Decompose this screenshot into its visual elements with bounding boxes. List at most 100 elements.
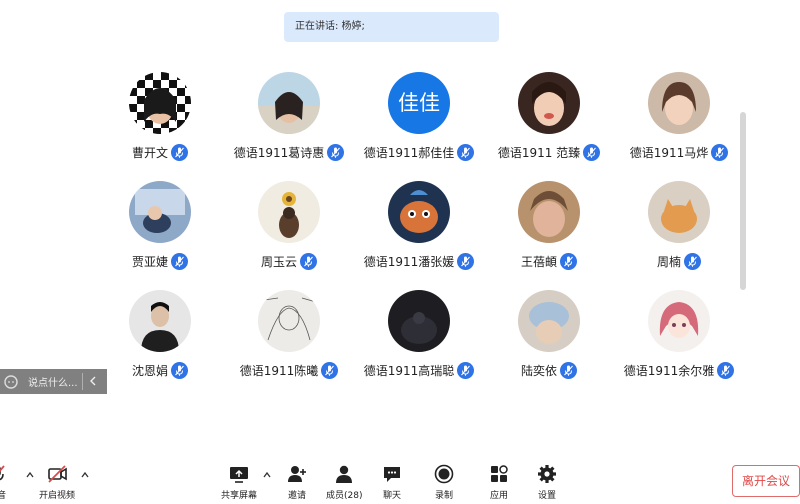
members-button[interactable]: 成员(28) bbox=[326, 463, 362, 501]
participant-tile[interactable]: 贾亚婕 bbox=[95, 181, 225, 281]
apps-label: 应用 bbox=[489, 491, 508, 501]
participant-name-row: 王蓓頔 bbox=[474, 251, 624, 271]
mic-status-icon bbox=[564, 365, 573, 376]
settings-label: 设置 bbox=[537, 491, 556, 501]
settings-button[interactable]: 设置 bbox=[536, 463, 558, 501]
participant-name-row: 曹开文 bbox=[85, 142, 235, 162]
mic-status-icon bbox=[175, 365, 184, 376]
participant-tile[interactable]: 佳佳德语1911郝佳佳 bbox=[354, 72, 484, 172]
record-label: 录制 bbox=[434, 491, 453, 501]
participant-name-row: 贾亚婕 bbox=[85, 251, 235, 271]
mic-muted-badge bbox=[457, 252, 475, 270]
participant-tile[interactable]: 曹开文 bbox=[95, 72, 225, 172]
mic-muted-badge bbox=[711, 143, 729, 161]
mic-status-icon bbox=[331, 147, 341, 158]
video-options-caret-icon[interactable] bbox=[80, 471, 90, 479]
mic-status-icon bbox=[564, 256, 573, 267]
chat-icon bbox=[384, 467, 400, 482]
participant-tile[interactable]: 陆奕依 bbox=[484, 290, 614, 390]
record-button[interactable]: 录制 bbox=[433, 463, 455, 501]
mic-muted-badge bbox=[300, 252, 317, 270]
participant-avatar bbox=[258, 181, 320, 243]
participant-avatar bbox=[518, 72, 580, 134]
participant-tile[interactable]: 王蓓頔 bbox=[484, 181, 614, 281]
chat-label: 聊天 bbox=[382, 491, 401, 501]
chat-input-bar[interactable]: 说点什么... bbox=[0, 369, 107, 394]
mic-status-icon bbox=[461, 147, 471, 158]
leave-meeting-button[interactable]: 离开会议 bbox=[732, 465, 800, 497]
participant-avatar bbox=[258, 72, 320, 134]
participant-tile[interactable]: 德语1911 范臻 bbox=[484, 72, 614, 172]
members-label: 成员(28) bbox=[326, 491, 363, 501]
participant-tile[interactable]: 德语1911马烨 bbox=[614, 72, 744, 172]
chat-button[interactable]: 聊天 bbox=[381, 463, 403, 501]
participant-name-row: 沈恩娟 bbox=[85, 360, 235, 380]
participant-name-row: 德语1911余尔雅 bbox=[604, 360, 754, 380]
start-video-button[interactable]: 开启视频 bbox=[39, 463, 75, 501]
grid-scrollbar[interactable] bbox=[740, 112, 746, 290]
add-person-icon bbox=[288, 466, 306, 482]
participant-tile[interactable]: 周楠 bbox=[614, 181, 744, 281]
mic-status-icon bbox=[325, 365, 335, 376]
participant-name: 曹开文 bbox=[131, 145, 168, 160]
mic-status-icon bbox=[304, 256, 313, 267]
participant-name: 德语1911高瑞聪 bbox=[363, 363, 455, 378]
participant-name-row: 周楠 bbox=[604, 251, 754, 271]
gear-icon bbox=[538, 465, 556, 483]
participant-tile[interactable]: 德语1911陈曦 bbox=[224, 290, 354, 390]
video-label: 开启视频 bbox=[39, 491, 76, 501]
microphone-muted-icon bbox=[0, 465, 5, 481]
record-icon bbox=[434, 464, 454, 484]
share-options-caret-icon[interactable] bbox=[262, 471, 272, 479]
participant-tile[interactable]: 周玉云 bbox=[224, 181, 354, 281]
mic-muted-badge bbox=[583, 143, 601, 161]
participant-tile[interactable]: 沈恩娟 bbox=[95, 290, 225, 390]
mic-muted-badge bbox=[684, 252, 701, 270]
participant-tile[interactable]: 德语1911高瑞聪 bbox=[354, 290, 484, 390]
participant-avatar bbox=[518, 290, 580, 352]
participant-avatar bbox=[518, 181, 580, 243]
video-off-icon bbox=[48, 465, 67, 483]
participant-name: 陆奕依 bbox=[520, 363, 557, 378]
apps-button[interactable]: 应用 bbox=[488, 463, 510, 501]
mic-status-icon bbox=[721, 365, 731, 376]
participant-tile[interactable]: 德语1911葛诗惠 bbox=[224, 72, 354, 172]
mic-muted-badge bbox=[717, 361, 735, 379]
participant-name: 周玉云 bbox=[260, 254, 297, 269]
mute-options-caret-icon[interactable] bbox=[25, 471, 35, 479]
participant-name: 德语1911郝佳佳 bbox=[363, 145, 455, 160]
participant-name-row: 德语1911高瑞聪 bbox=[344, 360, 494, 380]
mic-muted-badge bbox=[171, 361, 188, 379]
mic-muted-badge bbox=[457, 143, 475, 161]
mic-muted-badge bbox=[327, 143, 345, 161]
mute-label: 静音 bbox=[0, 491, 6, 501]
participant-avatar bbox=[648, 181, 710, 243]
participant-tile[interactable]: 德语1911余尔雅 bbox=[614, 290, 744, 390]
participant-name-row: 德语1911 范臻 bbox=[474, 142, 624, 162]
participant-avatar: 佳佳 bbox=[388, 72, 450, 134]
participant-name: 德语1911葛诗惠 bbox=[233, 145, 325, 160]
mic-muted-badge bbox=[171, 143, 188, 161]
mic-status-icon bbox=[688, 256, 697, 267]
mic-muted-badge bbox=[321, 361, 339, 379]
participant-name: 王蓓頔 bbox=[520, 254, 557, 269]
participant-tile[interactable]: 德语1911潘张媛 bbox=[354, 181, 484, 281]
meeting-toolbar: 静音 开启视频 共享屏幕 邀请 bbox=[0, 455, 800, 504]
participant-avatar bbox=[129, 181, 191, 243]
mic-status-icon bbox=[175, 147, 184, 158]
participant-name: 贾亚婕 bbox=[131, 254, 168, 269]
share-screen-button[interactable]: 共享屏幕 bbox=[221, 463, 257, 501]
mic-status-icon bbox=[175, 256, 184, 267]
participant-avatar bbox=[258, 290, 320, 352]
participant-name: 德语1911余尔雅 bbox=[623, 363, 715, 378]
participant-name: 德语1911马烨 bbox=[629, 145, 709, 160]
participant-avatar bbox=[388, 181, 450, 243]
participant-name: 德语1911陈曦 bbox=[239, 363, 319, 378]
collapse-chevron-icon[interactable] bbox=[88, 374, 98, 388]
mic-status-icon bbox=[461, 365, 471, 376]
mute-button[interactable]: 静音 bbox=[0, 463, 8, 501]
participant-avatar bbox=[648, 290, 710, 352]
mic-muted-badge bbox=[457, 361, 475, 379]
invite-button[interactable]: 邀请 bbox=[286, 463, 308, 501]
participant-name-row: 德语1911潘张媛 bbox=[344, 251, 494, 271]
